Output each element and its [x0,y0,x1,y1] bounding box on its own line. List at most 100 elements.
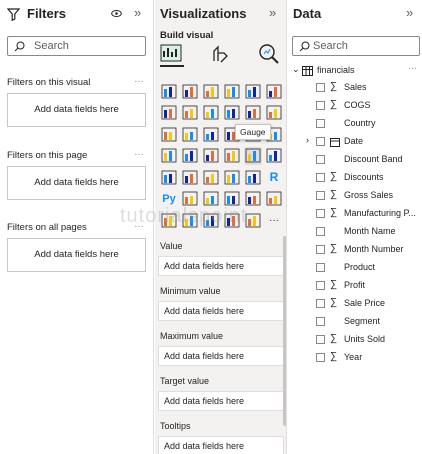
funnel-icon[interactable] [181,125,199,143]
100-bar-icon[interactable] [244,82,262,100]
field-checkbox[interactable] [316,173,325,182]
data-search-input[interactable]: Search [292,36,420,56]
line-column-icon[interactable] [223,104,241,122]
more-icon[interactable]: … [134,147,144,158]
field-row[interactable]: ∑ Discounts [288,169,422,187]
collapse-filters-icon[interactable]: » [134,5,141,20]
gauge-icon[interactable] [244,146,262,165]
field-name: Country [344,118,376,128]
scatter-icon[interactable] [202,125,220,143]
sigma-icon: ∑ [330,279,338,290]
table-icon [302,66,313,76]
shape-map-icon[interactable] [202,147,220,165]
100-column-icon[interactable] [265,82,283,100]
filters-visual-drop[interactable]: Add data fields here [7,93,146,127]
goals-icon[interactable] [265,190,283,208]
field-row[interactable]: ∑ Year [288,349,422,367]
sigma-icon: ∑ [330,171,338,182]
field-checkbox[interactable] [316,155,325,164]
collapse-data-icon[interactable]: » [406,5,413,20]
clustered-column-icon[interactable] [223,82,241,100]
chevron-right-icon[interactable]: › [306,135,309,145]
field-row[interactable]: Country [288,115,422,133]
field-row[interactable]: ∑ Profit [288,277,422,295]
stacked-area-icon[interactable] [202,104,220,122]
more-visuals-icon[interactable]: ··· [265,211,283,229]
r-visual-icon[interactable]: R [265,168,283,186]
filters-search-placeholder: Search [34,40,69,52]
field-row[interactable]: ∑ Sale Price [288,295,422,313]
format-visual-tab[interactable] [210,43,234,67]
field-name: Discounts [344,172,384,182]
field-checkbox[interactable] [316,227,325,236]
field-checkbox[interactable] [316,83,325,92]
well-target-drop[interactable]: Add data fields here [158,391,284,411]
field-checkbox[interactable] [316,335,325,344]
field-checkbox[interactable] [316,317,325,326]
field-row[interactable]: ∑ Gross Sales [288,187,422,205]
field-name: Sales [344,82,367,92]
data-search-placeholder: Search [313,40,348,52]
well-target-label: Target value [160,376,210,386]
line-chart-icon[interactable] [160,104,178,122]
field-row[interactable]: Discount Band [288,151,422,169]
field-checkbox[interactable] [316,209,325,218]
field-checkbox[interactable] [316,119,325,128]
filters-allpages-drop[interactable]: Add data fields here [7,238,146,272]
field-checkbox[interactable] [316,137,325,146]
viz-scrollbar[interactable] [283,236,286,426]
multirow-card-icon[interactable] [160,168,178,186]
analytics-tab[interactable] [258,43,282,67]
well-min-drop[interactable]: Add data fields here [158,301,284,321]
well-tooltips-drop[interactable]: Add data fields here [158,436,284,454]
field-row[interactable]: Product [288,259,422,277]
azure-map-icon[interactable] [223,147,241,165]
slicer-icon[interactable] [202,168,220,186]
waterfall-icon[interactable] [160,125,178,143]
kpi-icon[interactable] [181,168,199,186]
clustered-bar-icon[interactable] [202,82,220,100]
field-row[interactable]: ∑ Manufacturing P... [288,205,422,223]
card-icon[interactable] [265,147,283,165]
line-clustered-icon[interactable] [244,104,262,122]
field-row[interactable]: ∑ Sales [288,79,422,97]
field-name: Month Number [344,244,404,254]
well-max-drop[interactable]: Add data fields here [158,346,284,366]
sigma-icon: ∑ [330,351,338,362]
table-icon[interactable] [223,168,241,186]
field-row[interactable]: Month Name [288,223,422,241]
filters-page-label: Filters on this page… [7,147,144,161]
field-row[interactable]: Segment [288,313,422,331]
field-checkbox[interactable] [316,281,325,290]
field-checkbox[interactable] [316,353,325,362]
collapse-viz-icon[interactable]: » [269,5,276,20]
ribbon-chart-icon[interactable] [265,104,283,122]
field-checkbox[interactable] [316,245,325,254]
data-pane: Data » Search ⌄ financials ··· ∑ Sales ∑ CO… [288,0,422,454]
table-financials[interactable]: ⌄ financials ··· [288,62,422,80]
stacked-column-icon[interactable] [181,82,199,100]
build-visual-tab[interactable] [160,43,184,67]
visualizations-title: Visualizations [160,6,247,21]
more-icon[interactable]: ··· [408,63,417,73]
map-icon[interactable] [160,147,178,165]
field-row[interactable]: ∑ Month Number [288,241,422,259]
matrix-icon[interactable] [244,168,262,186]
field-checkbox[interactable] [316,101,325,110]
field-checkbox[interactable] [316,299,325,308]
more-icon[interactable]: … [134,74,144,85]
field-row[interactable]: ∑ COGS [288,97,422,115]
area-chart-icon[interactable] [181,104,199,122]
eye-icon[interactable] [111,9,122,21]
well-value-drop[interactable]: Add data fields here [158,256,284,276]
filters-page-drop[interactable]: Add data fields here [7,166,146,200]
field-row[interactable]: ∑ Units Sold [288,331,422,349]
sigma-icon: ∑ [330,243,338,254]
field-checkbox[interactable] [316,191,325,200]
filters-search-input[interactable]: Search [7,36,146,56]
field-row[interactable]: › Date [288,133,422,151]
field-checkbox[interactable] [316,263,325,272]
chevron-down-icon[interactable]: ⌄ [292,64,300,75]
stacked-bar-icon[interactable] [160,82,178,100]
filled-map-icon[interactable] [181,147,199,165]
